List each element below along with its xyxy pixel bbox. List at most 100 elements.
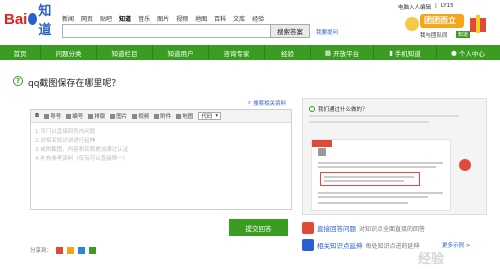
answer-icon	[302, 222, 314, 234]
hint-line: 2.对相关知识讲进行延伸	[35, 138, 96, 144]
feature-title: 相关知识点延伸	[317, 242, 363, 250]
toolbar-layout[interactable]: 排版	[88, 112, 105, 120]
paw-icon	[28, 13, 38, 25]
toolbar-label: 导号	[50, 114, 62, 120]
code-select[interactable]: 代码 ▾	[198, 112, 222, 120]
ask-question-link[interactable]: 我要提问	[316, 28, 338, 36]
divider: |	[435, 3, 437, 9]
promo-banner[interactable]: 团团而立 我与团队同 知道	[400, 12, 495, 44]
renren-icon[interactable]	[89, 246, 97, 254]
question-icon: ?	[13, 76, 23, 86]
submit-answer-button[interactable]: 提交回答	[229, 219, 288, 236]
toolbar-image[interactable]: 图片	[110, 112, 127, 120]
nav-home[interactable]: 首页	[0, 45, 40, 60]
example-panel-head: 我们通过什么做的？	[309, 105, 368, 113]
nav-columns[interactable]: 知道栏目	[97, 45, 152, 60]
text-line	[318, 192, 443, 194]
nav-categories[interactable]: 问题分类	[41, 45, 96, 60]
grid-icon: ▦	[324, 48, 332, 57]
nav-experience[interactable]: 经验	[265, 45, 310, 60]
map-icon	[176, 113, 182, 119]
user-icon: ●	[451, 48, 457, 57]
toolbar-label: 地图	[182, 114, 194, 120]
baidu-zhidao-logo[interactable]: Bai 知道	[4, 3, 58, 37]
toolbar-attachment[interactable]: 附件	[154, 112, 171, 120]
toolbar-label: 视频	[138, 114, 150, 120]
feature-title: 直接回答问题	[317, 225, 356, 233]
banner-subtitle: 我与团队同	[420, 33, 448, 39]
topnav-item[interactable]: 百科	[214, 14, 226, 23]
username-link[interactable]: LY15	[441, 3, 454, 11]
main-nav: 首页 问题分类 知道栏目 知道用户 咨询专家 经验 ▦ 开放平台 ▮ 手机知道 ● 个…	[0, 45, 500, 60]
nav-users[interactable]: 知道用户	[153, 45, 208, 60]
feature-knowledge-extension: 相关知识点延伸 每处知识点进的延伸	[302, 239, 420, 251]
example-panel-title: 我们通过什么做的？	[318, 107, 368, 113]
topnav-item[interactable]: 图片	[157, 14, 169, 23]
topnav-item[interactable]: 地图	[195, 14, 207, 23]
toolbar-ordered[interactable]: 导号	[44, 112, 61, 120]
user-bar: 电脑入人编辑 | LY15	[398, 3, 454, 11]
search-related-label: 搜索相关资料	[253, 101, 287, 107]
avatar	[318, 148, 326, 156]
example-side-nav	[455, 139, 479, 211]
example-marker-icon	[459, 159, 471, 171]
phone-icon: ▮	[389, 48, 393, 57]
question-icon	[309, 106, 315, 112]
text-line	[318, 196, 428, 198]
toolbar-label: 编号	[72, 114, 84, 120]
layout-icon	[88, 113, 94, 119]
toolbar-video[interactable]: 视频	[132, 112, 149, 120]
topnav-item[interactable]: 音乐	[138, 14, 150, 23]
toolbar-map[interactable]: 地图	[176, 112, 193, 120]
watermark: 经验	[418, 252, 445, 267]
nav-personal-label: 个人中心	[458, 49, 485, 58]
text-line	[324, 176, 414, 178]
nav-mobile[interactable]: ▮ 手机知道	[374, 45, 436, 60]
topnav-item[interactable]: 视频	[176, 14, 188, 23]
bold-icon: B	[35, 113, 40, 119]
search-related-link[interactable]: ⌕ 搜索相关资料	[248, 99, 287, 108]
logo-text-zhidao: 知道	[38, 3, 52, 37]
hint-line: 1.可门以直接回答内问题	[35, 129, 96, 135]
feature-desc: 每处知识点进的延伸	[365, 242, 420, 250]
edit-link[interactable]: 电脑入人编辑	[398, 3, 431, 11]
toolbar-label: 图片	[116, 114, 128, 120]
toolbar-numbered[interactable]: 编号	[66, 112, 83, 120]
nav-personal-center[interactable]: ● 个人中心	[437, 45, 499, 60]
qzone-icon[interactable]	[67, 246, 75, 254]
highlight-box	[320, 172, 420, 186]
extension-icon	[302, 239, 314, 251]
topnav-item[interactable]: 网页	[81, 14, 93, 23]
answer-editor[interactable]: B 导号 编号 排版 图片 视频 附件 地图 代码 ▾ 1.可门以直接回答内问题 …	[30, 109, 292, 210]
nav-open-platform[interactable]: ▦ 开放平台	[311, 45, 373, 60]
topnav-item[interactable]: 经验	[252, 14, 264, 23]
search-input[interactable]	[62, 24, 271, 38]
code-select-value: 代码	[201, 114, 213, 120]
topnav-item[interactable]: 文库	[233, 14, 245, 23]
more-examples-link[interactable]: 更多示例 >	[442, 241, 470, 249]
search-button[interactable]: 搜索答案	[270, 24, 310, 38]
topnav-item[interactable]: 贴吧	[100, 14, 112, 23]
example-panel: 我们通过什么做的？	[302, 98, 487, 215]
feature-desc: 对知识点全面直接的回答	[359, 225, 426, 233]
attachment-icon	[154, 113, 160, 119]
chevron-down-icon: ▾	[215, 113, 219, 119]
toolbar-label: 附件	[160, 114, 172, 120]
divider	[309, 115, 459, 117]
hint-line: 4.补充参考资料（仅有可以直接帮一）	[35, 156, 129, 162]
toolbar-bold[interactable]: B	[35, 113, 39, 119]
banner-title: 团团而立	[424, 16, 456, 25]
text-line	[318, 166, 436, 168]
text-line	[318, 202, 408, 204]
toolbar-label: 排版	[94, 114, 106, 120]
topnav-item[interactable]: 新闻	[62, 14, 74, 23]
image-icon	[110, 113, 116, 119]
best-answer-tag	[312, 140, 332, 147]
weibo-icon[interactable]	[56, 246, 64, 254]
hint-line: 3.或附截图，内容和实质更加通过认证	[35, 147, 129, 153]
nav-experts[interactable]: 咨询专家	[209, 45, 264, 60]
topnav-item-active[interactable]: 知道	[119, 14, 131, 23]
tencent-icon[interactable]	[78, 246, 86, 254]
banner-tag: 知道	[456, 31, 471, 38]
share-label: 分享到：	[30, 248, 53, 254]
